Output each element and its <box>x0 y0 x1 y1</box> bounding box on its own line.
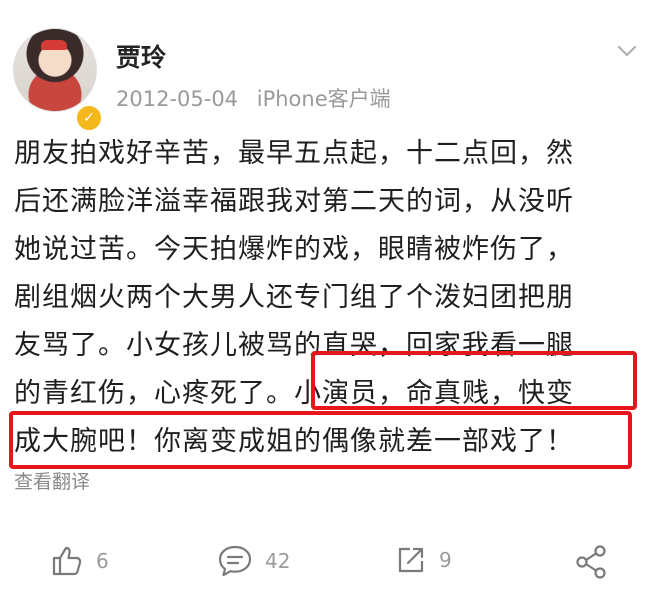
share-button[interactable] <box>573 544 621 580</box>
verified-icon: ✓ <box>75 104 103 132</box>
repost-count: 9 <box>439 548 452 572</box>
post-line: 她说过苦。今天拍爆炸的戏，眼睛被炸伤了， <box>14 234 574 265</box>
chevron-down-icon[interactable] <box>616 40 638 62</box>
repost-button[interactable]: 9 <box>395 544 452 576</box>
comment-button[interactable]: 42 <box>217 544 290 578</box>
translate-link[interactable]: 查看翻译 <box>14 467 90 494</box>
post-line: 剧组烟火两个大男人还专门组了个泼妇团把朋 <box>14 282 574 313</box>
comment-count: 42 <box>265 549 291 573</box>
like-button[interactable]: 6 <box>50 544 109 578</box>
post-line: 朋友拍戏好辛苦，最早五点起，十二点回，然 <box>14 138 574 169</box>
highlight-box <box>9 411 632 469</box>
comment-icon <box>218 545 252 577</box>
highlight-box <box>311 351 637 410</box>
share-icon <box>576 545 606 579</box>
repost-icon <box>398 547 424 573</box>
post-source: iPhone客户端 <box>256 87 391 111</box>
action-bar: 6 42 9 <box>0 530 660 590</box>
like-count: 6 <box>96 549 109 573</box>
avatar[interactable]: ✓ <box>13 28 103 132</box>
post-date: 2012-05-04 <box>116 87 239 111</box>
username[interactable]: 贾玲 <box>116 38 166 74</box>
like-icon <box>52 546 82 576</box>
avatar-decoration <box>41 40 67 50</box>
post-meta: 2012-05-04 iPhone客户端 <box>116 83 391 113</box>
post-line: 后还满脸洋溢幸福跟我对第二天的词，从没听 <box>14 186 574 217</box>
